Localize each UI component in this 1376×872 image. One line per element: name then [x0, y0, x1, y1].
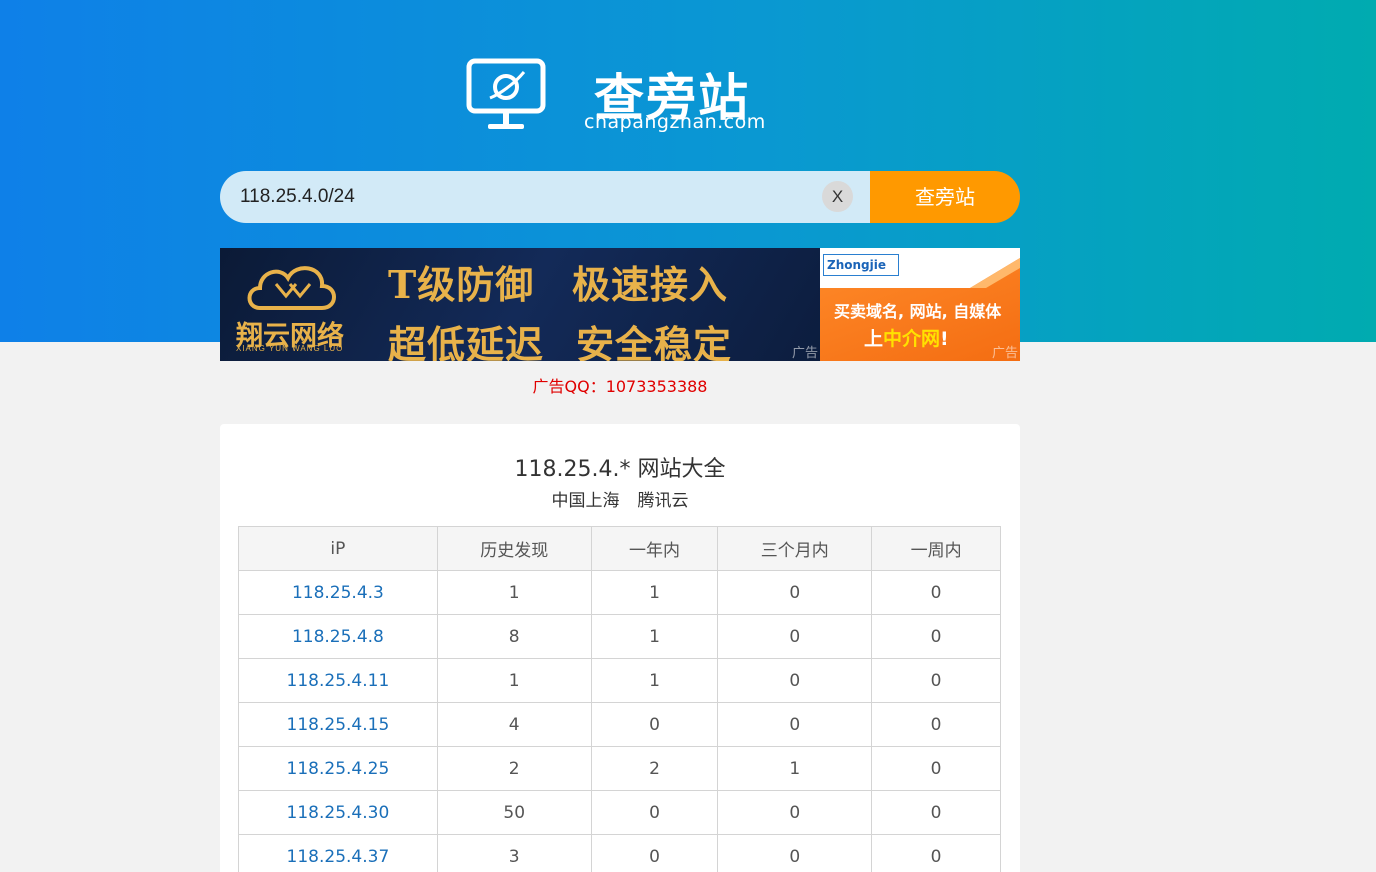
three-months-cell: 0	[717, 614, 873, 659]
week-cell: 0	[871, 746, 1001, 791]
year-cell: 0	[590, 790, 719, 835]
clear-search-button[interactable]: X	[822, 181, 853, 212]
column-header: iP	[238, 526, 438, 571]
site-logo[interactable]: 查旁站 chapangzhan.com	[466, 58, 786, 138]
brand-domain: chapangzhan.com	[584, 111, 766, 133]
three-months-cell: 0	[717, 702, 873, 747]
search-bar: X 查旁站	[220, 171, 1020, 223]
history-cell: 1	[436, 570, 592, 615]
history-cell: 50	[436, 790, 592, 835]
ip-link[interactable]: 118.25.4.15	[287, 715, 390, 735]
ad-banner-xiangyun[interactable]: 翔云网络 XIANG YUN WANG LUO T级防御 极速接入 超低延迟 安…	[220, 248, 820, 361]
history-cell: 4	[436, 702, 592, 747]
three-months-cell: 0	[717, 658, 873, 703]
column-header: 三个月内	[717, 526, 873, 571]
column-header: 一年内	[590, 526, 719, 571]
ip-cell: 118.25.4.37	[238, 834, 438, 872]
history-cell: 3	[436, 834, 592, 872]
ip-cell: 118.25.4.11	[238, 658, 438, 703]
ad-slogan: 安全稳定	[576, 322, 733, 361]
ip-cell: 118.25.4.15	[238, 702, 438, 747]
ad-text-pre: 上	[864, 328, 884, 350]
week-cell: 0	[871, 570, 1001, 615]
column-header: 历史发现	[436, 526, 592, 571]
table-row: 118.25.4.30 50 0 0 0	[238, 790, 1001, 835]
table-header-row: iP 历史发现 一年内 三个月内 一周内	[238, 526, 1001, 571]
three-months-cell: 1	[717, 746, 873, 791]
year-cell: 0	[590, 834, 719, 872]
week-cell: 0	[871, 614, 1001, 659]
year-cell: 2	[590, 746, 719, 791]
table-row: 118.25.4.8 8 1 0 0	[238, 614, 1001, 659]
ip-table: iP 历史发现 一年内 三个月内 一周内 118.25.4.3 1 1 0 0 …	[238, 526, 1001, 872]
ad-tag: 广告	[791, 346, 818, 361]
ip-cell: 118.25.4.30	[238, 790, 438, 835]
ad-banner-zhongjie[interactable]: Zhongjie 买卖域名, 网站, 自媒体 上中介网! 广告	[820, 248, 1020, 361]
ad-slogan: 超低延迟	[388, 322, 545, 361]
cloud-logo-icon	[247, 266, 336, 310]
table-row: 118.25.4.11 1 1 0 0	[238, 658, 1001, 703]
year-cell: 0	[590, 702, 719, 747]
ad-text: 买卖域名, 网站, 自媒体	[834, 302, 1002, 321]
ip-cell: 118.25.4.25	[238, 746, 438, 791]
ip-link[interactable]: 118.25.4.3	[292, 583, 384, 603]
search-input[interactable]	[220, 171, 870, 223]
ad-qq-contact: 广告QQ：1073353388	[532, 377, 708, 396]
ad-text-highlight: 中介网	[883, 328, 941, 350]
ip-link[interactable]: 118.25.4.37	[287, 847, 390, 867]
year-cell: 1	[590, 658, 719, 703]
three-months-cell: 0	[717, 834, 873, 872]
history-cell: 1	[436, 658, 592, 703]
ad-tag: 广告	[991, 346, 1018, 361]
search-button[interactable]: 查旁站	[870, 171, 1020, 223]
week-cell: 0	[871, 702, 1001, 747]
column-header: 一周内	[871, 526, 1001, 571]
ad-text-post: !	[940, 328, 949, 350]
ip-link[interactable]: 118.25.4.8	[292, 627, 384, 647]
three-months-cell: 0	[717, 570, 873, 615]
table-row: 118.25.4.25 2 2 1 0	[238, 746, 1001, 791]
week-cell: 0	[871, 658, 1001, 703]
ad-text: 上中介网!	[864, 324, 949, 351]
three-months-cell: 0	[717, 790, 873, 835]
ip-cell: 118.25.4.8	[238, 614, 438, 659]
result-subtitle: 中国上海 腾讯云	[220, 486, 1020, 511]
ad-brand-subtitle: XIANG YUN WANG LUO	[236, 344, 344, 353]
ip-cell: 118.25.4.3	[238, 570, 438, 615]
monitor-logo-icon	[466, 58, 546, 129]
ip-link[interactable]: 118.25.4.30	[287, 803, 390, 823]
ip-link[interactable]: 118.25.4.11	[287, 671, 390, 691]
week-cell: 0	[871, 790, 1001, 835]
zhongjie-logo: Zhongjie	[823, 254, 899, 276]
week-cell: 0	[871, 834, 1001, 872]
result-card: 118.25.4.* 网站大全 中国上海 腾讯云 iP 历史发现 一年内 三个月内…	[220, 424, 1020, 872]
result-location: 中国上海	[551, 491, 620, 511]
year-cell: 1	[590, 570, 719, 615]
result-title: 118.25.4.* 网站大全	[514, 457, 726, 482]
result-provider: 腾讯云	[637, 491, 689, 511]
table-row: 118.25.4.15 4 0 0 0	[238, 702, 1001, 747]
history-cell: 8	[436, 614, 592, 659]
ad-slogan: T级防御	[388, 262, 535, 307]
history-cell: 2	[436, 746, 592, 791]
year-cell: 1	[590, 614, 719, 659]
table-row: 118.25.4.3 1 1 0 0	[238, 570, 1001, 615]
ip-link[interactable]: 118.25.4.25	[287, 759, 390, 779]
table-row: 118.25.4.37 3 0 0 0	[238, 834, 1001, 872]
ad-slogan: 极速接入	[572, 262, 729, 307]
